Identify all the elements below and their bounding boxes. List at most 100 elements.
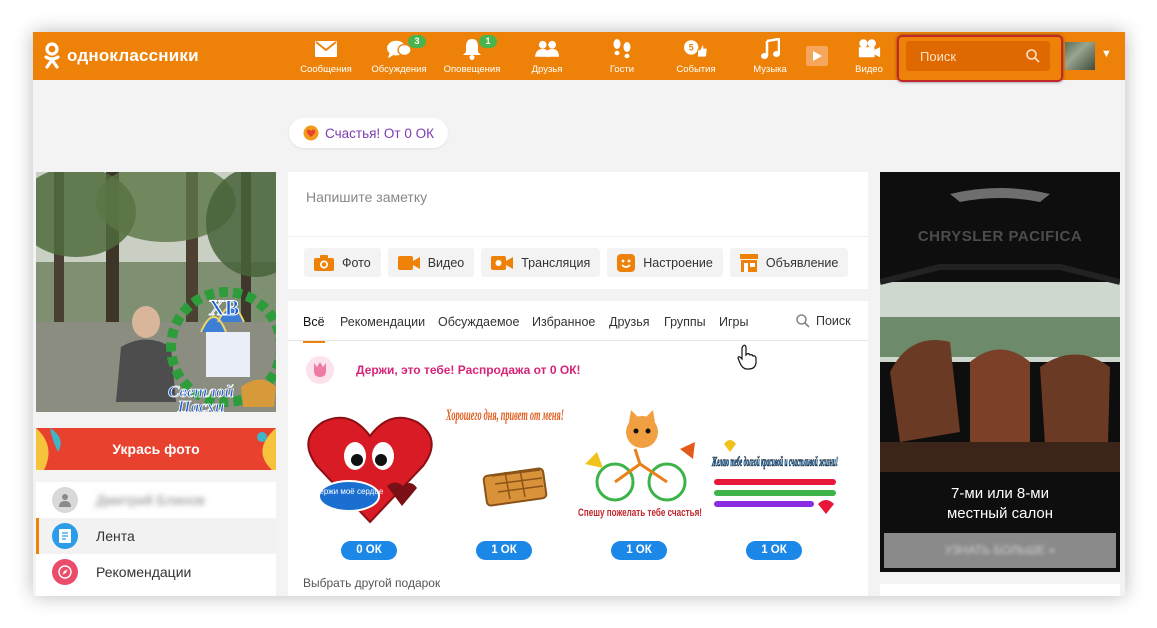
decorate-photo-label: Укрась фото bbox=[112, 441, 200, 457]
nav-video[interactable]: Видео bbox=[833, 38, 905, 78]
profile-photo-image: ХВ Светлой Пасхи bbox=[36, 172, 276, 412]
tab-all[interactable]: Всё bbox=[303, 315, 325, 343]
tab-friends[interactable]: Друзья bbox=[609, 315, 650, 329]
music-note-icon bbox=[758, 38, 782, 60]
music-play-icon[interactable] bbox=[806, 46, 828, 66]
site-name: одноклассники bbox=[67, 46, 199, 65]
gift-card-heart[interactable]: держи моё сердце 0 ОК bbox=[305, 404, 435, 560]
ad-headline-line2: местный салон bbox=[946, 505, 1054, 522]
ad-brand-name: CHRYSLER PACIFICA bbox=[917, 228, 1083, 245]
promo-text: Счастья! От 0 ОК bbox=[325, 125, 434, 141]
choose-other-gift-link[interactable]: Выбрать другой подарок bbox=[303, 576, 440, 590]
photo-label: Фото bbox=[342, 255, 371, 270]
nav-discussions[interactable]: 3 Обсуждения bbox=[363, 35, 435, 78]
gift-caption: Хорошего дня, привет от меня! bbox=[445, 407, 564, 424]
nav-label: Обсуждения bbox=[371, 64, 427, 75]
divider bbox=[288, 236, 868, 237]
camera-icon bbox=[314, 254, 334, 271]
ad-learn-more-button[interactable]: УЗНАТЬ БОЛЬШЕ » bbox=[884, 533, 1116, 568]
profile-name-link[interactable]: Дмитрий Блинов bbox=[36, 482, 276, 518]
ad-button-label: УЗНАТЬ БОЛЬШЕ » bbox=[944, 543, 1056, 557]
kitten-bicycle-gift-image: Спешу пожелать тебе счастья! bbox=[578, 410, 702, 519]
nav-friends[interactable]: Друзья bbox=[511, 38, 583, 78]
chevron-down-icon[interactable]: ▼ bbox=[1101, 48, 1112, 60]
gift-caption: Желаю тебе долгой красивой и счастливой … bbox=[712, 455, 838, 470]
hand-cursor-icon bbox=[737, 344, 757, 370]
ok-logo-icon bbox=[44, 42, 60, 69]
gift-caption: Спешу пожелать тебе счастья! bbox=[578, 507, 702, 519]
site-logo[interactable]: одноклассники bbox=[43, 42, 199, 70]
compass-icon bbox=[52, 559, 78, 585]
profile-menu: Дмитрий Блинов Лента Рекомендации bbox=[36, 482, 276, 596]
nav-label: Друзья bbox=[531, 64, 563, 75]
gift-sale-banner[interactable]: Держи, это тебе! Распродажа от 0 ОК! bbox=[306, 356, 581, 384]
profile-name: Дмитрий Блинов bbox=[96, 492, 205, 508]
menu-item-feed[interactable]: Лента bbox=[36, 518, 276, 554]
photo-button[interactable]: Фото bbox=[304, 248, 381, 277]
feed-search-button[interactable]: Поиск bbox=[796, 314, 851, 328]
video-button[interactable]: Видео bbox=[387, 248, 475, 277]
video-camera-icon bbox=[857, 38, 881, 60]
nav-notifications[interactable]: 1 Оповещения bbox=[436, 35, 508, 78]
discussions-badge: 3 bbox=[408, 35, 426, 48]
broadcast-button[interactable]: Трансляция bbox=[481, 248, 601, 277]
nav-events[interactable]: 5 События bbox=[660, 38, 732, 78]
friends-icon bbox=[535, 38, 559, 60]
tulip-icon bbox=[306, 356, 334, 384]
mood-button[interactable]: Настроение bbox=[607, 248, 723, 277]
tab-favorites[interactable]: Избранное bbox=[532, 315, 595, 329]
search-icon bbox=[1026, 49, 1040, 63]
tab-recommendations[interactable]: Рекомендации bbox=[340, 315, 425, 329]
note-actions: Фото Видео Трансляция Настроение Объявле… bbox=[304, 248, 849, 277]
gift-card-wishes[interactable]: Желаю тебе долгой красивой и счастливой … bbox=[710, 404, 840, 560]
menu-item-label: Рекомендации bbox=[96, 564, 192, 580]
user-icon bbox=[52, 487, 78, 513]
profile-photo[interactable]: ХВ Светлой Пасхи bbox=[36, 172, 276, 412]
feed-icon bbox=[52, 523, 78, 549]
gift-price[interactable]: 1 ОК bbox=[611, 541, 667, 560]
nav-guests[interactable]: Гости bbox=[586, 38, 658, 78]
right-column-card bbox=[880, 584, 1120, 596]
smiley-icon bbox=[617, 253, 636, 272]
announcement-label: Объявление bbox=[765, 255, 839, 270]
announcement-button[interactable]: Объявление bbox=[729, 248, 849, 277]
tab-discussed[interactable]: Обсуждаемое bbox=[438, 315, 519, 329]
gift-price[interactable]: 1 ОК bbox=[746, 541, 802, 560]
nav-music[interactable]: Музыка bbox=[734, 38, 806, 78]
decorate-photo-button[interactable]: Укрась фото bbox=[36, 428, 276, 470]
nav-label: Оповещения bbox=[443, 64, 501, 75]
browser-window: одноклассники Сообщения 3 Обсуждения 1 О… bbox=[33, 32, 1125, 596]
tab-groups[interactable]: Группы bbox=[664, 315, 706, 329]
nav-label: Гости bbox=[609, 64, 635, 75]
nav-label: Музыка bbox=[753, 64, 787, 75]
menu-item-recommendations[interactable]: Рекомендации bbox=[36, 554, 276, 590]
gift-card-kitten-bike[interactable]: Спешу пожелать тебе счастья! 1 ОК bbox=[575, 404, 705, 560]
feed-search-label: Поиск bbox=[816, 314, 851, 328]
feed-card: Всё Рекомендации Обсуждаемое Избранное Д… bbox=[288, 301, 868, 596]
top-search[interactable] bbox=[906, 41, 1050, 71]
broadcast-icon bbox=[491, 255, 514, 270]
advertisement-banner[interactable]: CHRYSLER PACIFICA 7-ми или 8-ми местный … bbox=[880, 172, 1120, 572]
promo-happiness-pill[interactable]: Счастья! От 0 ОК bbox=[289, 118, 448, 148]
video-icon bbox=[397, 255, 420, 270]
feed-tabs: Всё Рекомендации Обсуждаемое Избранное Д… bbox=[288, 301, 868, 343]
gift-caption: держи моё сердце bbox=[315, 487, 384, 496]
nav-messages[interactable]: Сообщения bbox=[290, 38, 362, 78]
heart-gift-image: держи моё сердце bbox=[307, 416, 433, 524]
gift-price[interactable]: 1 ОК bbox=[476, 541, 532, 560]
nav-label: События bbox=[676, 64, 716, 75]
gift-price[interactable]: 0 ОК bbox=[341, 541, 397, 560]
wishes-lettering-gift-image: Желаю тебе долгой красивой и счастливой … bbox=[710, 404, 840, 529]
tab-games[interactable]: Игры bbox=[719, 315, 748, 329]
ad-headline-line1: 7-ми или 8-ми bbox=[951, 485, 1049, 502]
minivan-interior-image bbox=[880, 172, 1120, 472]
note-input[interactable]: Напишите заметку bbox=[306, 189, 427, 205]
nav-label: Видео bbox=[855, 64, 883, 75]
video-label: Видео bbox=[427, 255, 465, 270]
gift-card-waffles[interactable]: Хорошего дня, привет от меня! 1 ОК bbox=[440, 404, 570, 560]
user-avatar[interactable] bbox=[1065, 42, 1095, 70]
photo-caption-line3: Пасхи bbox=[177, 397, 225, 412]
footprints-icon bbox=[610, 38, 634, 60]
mood-label: Настроение bbox=[643, 255, 713, 270]
storefront-icon bbox=[739, 253, 758, 272]
